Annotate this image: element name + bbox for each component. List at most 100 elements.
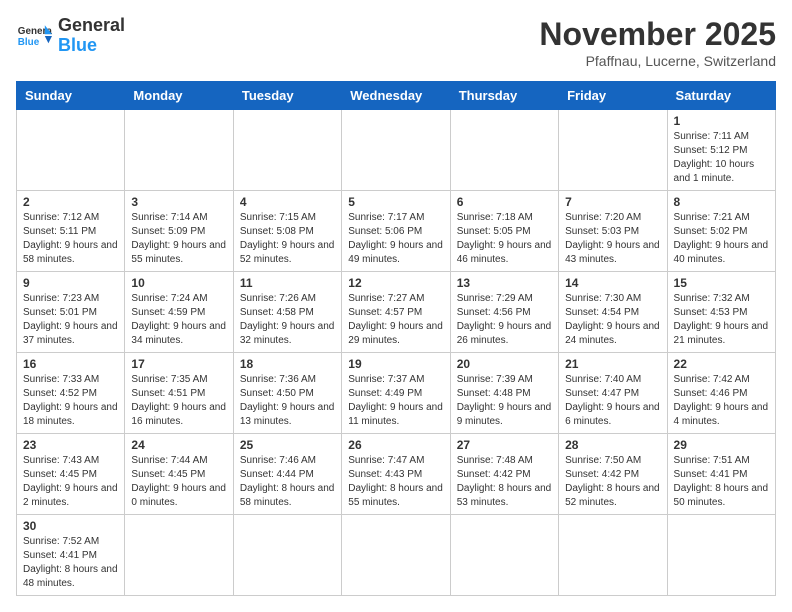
day-cell: 11 Sunrise: 7:26 AM Sunset: 4:58 PM Dayli… <box>233 272 341 353</box>
day-info: Sunrise: 7:44 AM Sunset: 4:45 PM Dayligh… <box>131 454 226 510</box>
day-info: Sunrise: 7:17 AM Sunset: 5:06 PM Dayligh… <box>348 211 443 267</box>
day-cell <box>125 110 233 191</box>
day-info: Sunrise: 7:20 AM Sunset: 5:03 PM Dayligh… <box>565 211 660 267</box>
day-cell <box>559 515 667 596</box>
day-number: 30 <box>23 519 118 533</box>
day-info: Sunrise: 7:37 AM Sunset: 4:49 PM Dayligh… <box>348 373 443 429</box>
weekday-header-sunday: Sunday <box>17 82 125 110</box>
day-cell: 21 Sunrise: 7:40 AM Sunset: 4:47 PM Dayli… <box>559 353 667 434</box>
day-info: Sunrise: 7:24 AM Sunset: 4:59 PM Dayligh… <box>131 292 226 348</box>
day-cell: 16Sunrise: 7:33 AM Sunset: 4:52 PM Dayli… <box>17 353 125 434</box>
day-info: Sunrise: 7:35 AM Sunset: 4:51 PM Dayligh… <box>131 373 226 429</box>
day-cell: 22Sunrise: 7:42 AM Sunset: 4:46 PM Dayli… <box>667 353 775 434</box>
day-cell: 29Sunrise: 7:51 AM Sunset: 4:41 PM Dayli… <box>667 434 775 515</box>
day-cell <box>342 110 450 191</box>
day-info: Sunrise: 7:33 AM Sunset: 4:52 PM Dayligh… <box>23 373 118 429</box>
day-cell <box>342 515 450 596</box>
day-cell: 18Sunrise: 7:36 AM Sunset: 4:50 PM Dayli… <box>233 353 341 434</box>
svg-text:Blue: Blue <box>18 37 40 48</box>
day-cell: 1Sunrise: 7:11 AM Sunset: 5:12 PM Daylig… <box>667 110 775 191</box>
day-cell <box>125 515 233 596</box>
day-info: Sunrise: 7:11 AM Sunset: 5:12 PM Dayligh… <box>674 130 769 186</box>
day-info: Sunrise: 7:50 AM Sunset: 4:42 PM Dayligh… <box>565 454 660 510</box>
day-number: 24 <box>131 438 226 452</box>
day-info: Sunrise: 7:39 AM Sunset: 4:48 PM Dayligh… <box>457 373 552 429</box>
day-number: 9 <box>23 276 118 290</box>
day-number: 8 <box>674 195 769 209</box>
week-row-5: 30 Sunrise: 7:52 AM Sunset: 4:41 PM Dayli… <box>17 515 776 596</box>
day-info: Sunrise: 7:52 AM Sunset: 4:41 PM Dayligh… <box>23 535 118 591</box>
day-info: Sunrise: 7:47 AM Sunset: 4:43 PM Dayligh… <box>348 454 443 510</box>
week-row-4: 23 Sunrise: 7:43 AM Sunset: 4:45 PM Dayli… <box>17 434 776 515</box>
day-info: Sunrise: 7:46 AM Sunset: 4:44 PM Dayligh… <box>240 454 335 510</box>
day-cell <box>667 515 775 596</box>
day-cell: 19 Sunrise: 7:37 AM Sunset: 4:49 PM Dayli… <box>342 353 450 434</box>
day-info: Sunrise: 7:15 AM Sunset: 5:08 PM Dayligh… <box>240 211 335 267</box>
day-cell: 23 Sunrise: 7:43 AM Sunset: 4:45 PM Dayli… <box>17 434 125 515</box>
weekday-header-row: SundayMondayTuesdayWednesdayThursdayFrid… <box>17 82 776 110</box>
week-row-1: 2 Sunrise: 7:12 AM Sunset: 5:11 PM Daylig… <box>17 191 776 272</box>
weekday-header-monday: Monday <box>125 82 233 110</box>
day-cell: 8 Sunrise: 7:21 AM Sunset: 5:02 PM Daylig… <box>667 191 775 272</box>
day-info: Sunrise: 7:29 AM Sunset: 4:56 PM Dayligh… <box>457 292 552 348</box>
weekday-header-wednesday: Wednesday <box>342 82 450 110</box>
day-cell: 12Sunrise: 7:27 AM Sunset: 4:57 PM Dayli… <box>342 272 450 353</box>
day-info: Sunrise: 7:43 AM Sunset: 4:45 PM Dayligh… <box>23 454 118 510</box>
day-cell: 26Sunrise: 7:47 AM Sunset: 4:43 PM Dayli… <box>342 434 450 515</box>
day-number: 28 <box>565 438 660 452</box>
day-cell: 13 Sunrise: 7:29 AM Sunset: 4:56 PM Dayli… <box>450 272 558 353</box>
day-info: Sunrise: 7:21 AM Sunset: 5:02 PM Dayligh… <box>674 211 769 267</box>
day-info: Sunrise: 7:18 AM Sunset: 5:05 PM Dayligh… <box>457 211 552 267</box>
day-number: 6 <box>457 195 552 209</box>
logo-text: General Blue <box>58 16 125 56</box>
title-area: November 2025 Pfaffnau, Lucerne, Switzer… <box>539 16 776 69</box>
weekday-header-thursday: Thursday <box>450 82 558 110</box>
day-info: Sunrise: 7:26 AM Sunset: 4:58 PM Dayligh… <box>240 292 335 348</box>
day-cell <box>17 110 125 191</box>
day-cell: 3 Sunrise: 7:14 AM Sunset: 5:09 PM Daylig… <box>125 191 233 272</box>
day-cell: 14 Sunrise: 7:30 AM Sunset: 4:54 PM Dayli… <box>559 272 667 353</box>
day-info: Sunrise: 7:23 AM Sunset: 5:01 PM Dayligh… <box>23 292 118 348</box>
day-cell: 30 Sunrise: 7:52 AM Sunset: 4:41 PM Dayli… <box>17 515 125 596</box>
day-number: 2 <box>23 195 118 209</box>
day-cell: 9 Sunrise: 7:23 AM Sunset: 5:01 PM Daylig… <box>17 272 125 353</box>
week-row-2: 9 Sunrise: 7:23 AM Sunset: 5:01 PM Daylig… <box>17 272 776 353</box>
day-cell: 24 Sunrise: 7:44 AM Sunset: 4:45 PM Dayli… <box>125 434 233 515</box>
day-info: Sunrise: 7:30 AM Sunset: 4:54 PM Dayligh… <box>565 292 660 348</box>
day-info: Sunrise: 7:12 AM Sunset: 5:11 PM Dayligh… <box>23 211 118 267</box>
day-cell: 5Sunrise: 7:17 AM Sunset: 5:06 PM Daylig… <box>342 191 450 272</box>
day-number: 20 <box>457 357 552 371</box>
day-number: 13 <box>457 276 552 290</box>
day-number: 10 <box>131 276 226 290</box>
day-number: 23 <box>23 438 118 452</box>
weekday-header-tuesday: Tuesday <box>233 82 341 110</box>
day-info: Sunrise: 7:40 AM Sunset: 4:47 PM Dayligh… <box>565 373 660 429</box>
day-cell: 28 Sunrise: 7:50 AM Sunset: 4:42 PM Dayli… <box>559 434 667 515</box>
day-cell: 27Sunrise: 7:48 AM Sunset: 4:42 PM Dayli… <box>450 434 558 515</box>
day-number: 22 <box>674 357 769 371</box>
day-number: 19 <box>348 357 443 371</box>
day-info: Sunrise: 7:36 AM Sunset: 4:50 PM Dayligh… <box>240 373 335 429</box>
week-row-3: 16Sunrise: 7:33 AM Sunset: 4:52 PM Dayli… <box>17 353 776 434</box>
day-cell: 10 Sunrise: 7:24 AM Sunset: 4:59 PM Dayli… <box>125 272 233 353</box>
day-number: 15 <box>674 276 769 290</box>
day-cell: 4Sunrise: 7:15 AM Sunset: 5:08 PM Daylig… <box>233 191 341 272</box>
weekday-header-saturday: Saturday <box>667 82 775 110</box>
day-info: Sunrise: 7:14 AM Sunset: 5:09 PM Dayligh… <box>131 211 226 267</box>
day-number: 27 <box>457 438 552 452</box>
day-cell: 15 Sunrise: 7:32 AM Sunset: 4:53 PM Dayli… <box>667 272 775 353</box>
day-number: 11 <box>240 276 335 290</box>
weekday-header-friday: Friday <box>559 82 667 110</box>
day-cell <box>233 110 341 191</box>
location: Pfaffnau, Lucerne, Switzerland <box>539 53 776 69</box>
day-number: 17 <box>131 357 226 371</box>
day-number: 14 <box>565 276 660 290</box>
day-cell: 25Sunrise: 7:46 AM Sunset: 4:44 PM Dayli… <box>233 434 341 515</box>
day-cell <box>450 515 558 596</box>
day-info: Sunrise: 7:27 AM Sunset: 4:57 PM Dayligh… <box>348 292 443 348</box>
day-number: 21 <box>565 357 660 371</box>
day-info: Sunrise: 7:32 AM Sunset: 4:53 PM Dayligh… <box>674 292 769 348</box>
day-cell <box>559 110 667 191</box>
header: General Blue General Blue November 2025 … <box>16 16 776 69</box>
day-number: 3 <box>131 195 226 209</box>
